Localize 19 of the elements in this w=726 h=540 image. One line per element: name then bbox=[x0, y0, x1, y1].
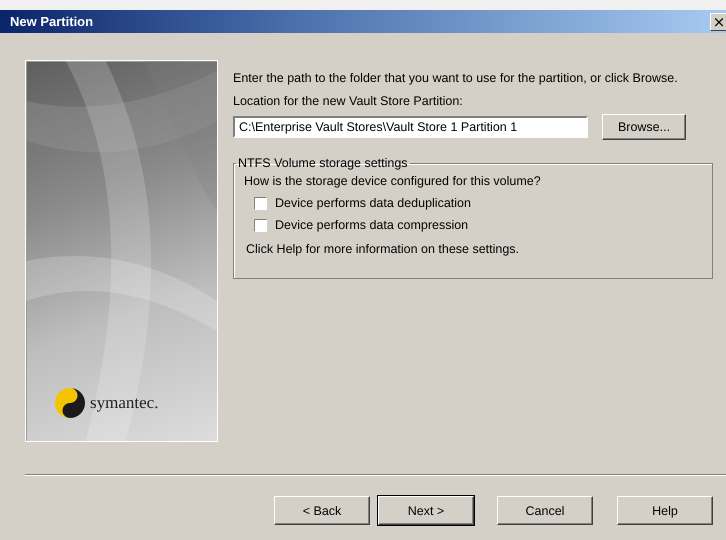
instruction-text: Enter the path to the folder that you want to use for the partition, or click Browse. bbox=[233, 70, 679, 86]
location-label: Location for the new Vault Store Partition: bbox=[233, 94, 464, 108]
group-title: NTFS Volume storage settings bbox=[237, 156, 409, 170]
location-field[interactable]: C:\Enterprise Vault Stores\Vault Store 1 Partition 1 bbox=[233, 116, 588, 138]
logo-text: symantec. bbox=[90, 393, 158, 413]
browse-button[interactable]: Browse... bbox=[602, 114, 686, 140]
dialog-button[interactable]: Next > bbox=[378, 496, 474, 525]
checkbox-label[interactable]: Device performs data deduplication bbox=[275, 196, 471, 210]
dialog-button[interactable]: Cancel bbox=[497, 496, 593, 525]
question-text: How is the storage device configured for this volume? bbox=[244, 174, 542, 188]
logo-icon bbox=[54, 387, 86, 419]
close-button[interactable]: × bbox=[710, 12, 726, 30]
help-note: Click Help for more information on these settings. bbox=[246, 242, 520, 256]
checkbox[interactable] bbox=[254, 218, 267, 232]
window-title: New Partition bbox=[10, 14, 94, 29]
dialog-button[interactable]: Help bbox=[617, 496, 713, 525]
dialog-button[interactable]: < Back bbox=[274, 496, 370, 525]
checkbox-label[interactable]: Device performs data compression bbox=[275, 218, 468, 232]
checkbox[interactable] bbox=[254, 196, 267, 210]
